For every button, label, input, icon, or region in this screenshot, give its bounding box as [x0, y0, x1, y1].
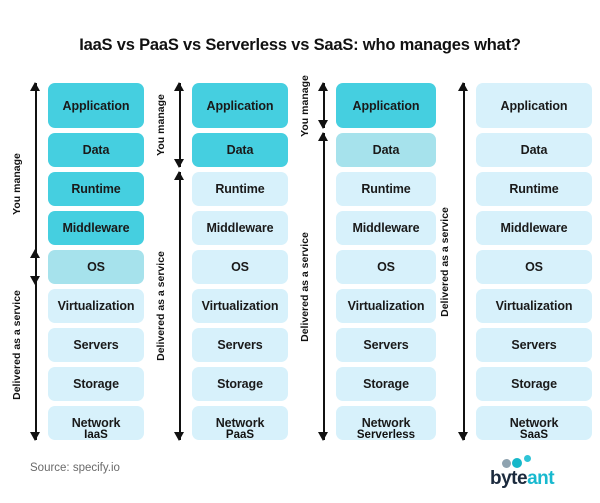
layer-box-os: OS: [336, 250, 436, 284]
arrow-head-up-icon: [458, 82, 468, 91]
layer-box-runtime: Runtime: [336, 172, 436, 206]
page-title: IaaS vs PaaS vs Serverless vs SaaS: who …: [79, 36, 521, 54]
layer-stack: Application Data Runtime Middleware OS Virtua…: [336, 80, 436, 441]
arrow-delivered-as-a-service: Delivered as a service: [296, 132, 334, 441]
arrow-head-up-icon: [30, 82, 40, 91]
arrow-label: You manage: [11, 152, 23, 215]
layer-box-middleware: Middleware: [476, 211, 592, 245]
arrow-delivered-as-a-service: Delivered as a service: [436, 82, 474, 441]
arrow-line: [35, 250, 37, 440]
layer-box-storage: Storage: [336, 367, 436, 401]
arrow-label: You manage: [299, 74, 311, 137]
byteant-logo: byteant: [476, 455, 586, 497]
service-model-comparison-chart: You manage Delivered as a service Applicat…: [0, 75, 600, 441]
arrow-head-up-icon: [174, 171, 184, 180]
layer-stack: Application Data Runtime Middleware OS Virtua…: [48, 80, 144, 441]
arrow-head-up-icon: [318, 82, 328, 91]
service-column-paas: You manage Delivered as a service Applicat…: [152, 80, 288, 441]
responsibility-gutter: You manage Delivered as a service: [152, 80, 190, 441]
layer-box-application: Application: [48, 83, 144, 128]
layer-box-storage: Storage: [476, 367, 592, 401]
arrow-head-up-icon: [30, 249, 40, 258]
layer-box-application: Application: [192, 83, 288, 128]
arrow-label: Delivered as a service: [11, 290, 23, 400]
service-column-serverless: You manage Delivered as a service Applicat…: [296, 75, 436, 441]
arrow-head-down-icon: [318, 120, 328, 129]
column-label-iaas: IaaS: [84, 429, 108, 441]
layer-box-runtime: Runtime: [48, 172, 144, 206]
arrow-head-down-icon: [458, 432, 468, 441]
arrow-label: You manage: [155, 94, 167, 156]
layer-box-storage: Storage: [48, 367, 144, 401]
layer-box-middleware: Middleware: [48, 211, 144, 245]
arrow-you-manage: You manage: [296, 75, 334, 136]
layer-box-virtualization: Virtualization: [336, 289, 436, 323]
column-label-saas: SaaS: [519, 429, 549, 441]
layer-box-data: Data: [336, 133, 436, 167]
service-column-iaas: You manage Delivered as a service Applicat…: [8, 80, 144, 441]
layer-box-servers: Servers: [476, 328, 592, 362]
layer-box-servers: Servers: [192, 328, 288, 362]
layer-box-os: OS: [476, 250, 592, 284]
layer-box-application: Application: [336, 83, 436, 128]
layer-box-os: OS: [192, 250, 288, 284]
layer-stack: Application Data Runtime Middleware OS Virtua…: [476, 80, 592, 441]
source-attribution: Source: specify.io: [30, 462, 120, 474]
layer-box-runtime: Runtime: [476, 172, 592, 206]
arrow-you-manage: You manage: [152, 82, 190, 168]
responsibility-gutter: Delivered as a service: [436, 80, 474, 441]
layer-box-virtualization: Virtualization: [192, 289, 288, 323]
responsibility-gutter: You manage Delivered as a service: [296, 75, 334, 441]
layer-box-storage: Storage: [192, 367, 288, 401]
layer-box-runtime: Runtime: [192, 172, 288, 206]
layer-box-virtualization: Virtualization: [476, 289, 592, 323]
layer-box-data: Data: [476, 133, 592, 167]
layer-stack: Application Data Runtime Middleware OS Virtua…: [192, 80, 288, 441]
logo-dot-teal-icon: [512, 458, 522, 468]
layer-box-middleware: Middleware: [336, 211, 436, 245]
logo-word-byte: byte: [490, 468, 528, 489]
arrow-line: [179, 172, 181, 440]
column-label-paas: PaaS: [225, 429, 255, 441]
arrow-delivered-as-a-service: Delivered as a service: [152, 171, 190, 441]
logo-word-ant: ant: [527, 468, 555, 489]
layer-box-os: OS: [48, 250, 144, 284]
layer-box-servers: Servers: [336, 328, 436, 362]
logo-wordmark: byteant: [490, 468, 555, 489]
logo-dot-cyan-icon: [524, 455, 531, 462]
logo-dots-icon: [502, 455, 548, 469]
logo-dot-gray-icon: [502, 459, 511, 468]
layer-box-middleware: Middleware: [192, 211, 288, 245]
service-column-saas: Delivered as a service Application Data Run…: [436, 80, 592, 441]
column-label-serverless: Serverless: [356, 429, 416, 441]
layer-box-servers: Servers: [48, 328, 144, 362]
arrow-line: [179, 83, 181, 167]
arrow-head-down-icon: [318, 432, 328, 441]
arrow-line: [463, 83, 465, 440]
arrow-head-down-icon: [174, 159, 184, 168]
layer-box-data: Data: [48, 133, 144, 167]
arrow-label: Delivered as a service: [155, 251, 167, 361]
arrow-head-up-icon: [318, 132, 328, 141]
arrow-delivered-as-a-service: Delivered as a service: [8, 249, 46, 441]
arrow-head-down-icon: [174, 432, 184, 441]
arrow-line: [323, 133, 325, 440]
arrow-label: Delivered as a service: [299, 231, 311, 342]
responsibility-gutter: You manage Delivered as a service: [8, 80, 46, 441]
layer-box-data: Data: [192, 133, 288, 167]
arrow-head-up-icon: [174, 82, 184, 91]
layer-box-application: Application: [476, 83, 592, 128]
arrow-head-down-icon: [30, 432, 40, 441]
layer-box-virtualization: Virtualization: [48, 289, 144, 323]
arrow-label: Delivered as a service: [439, 206, 451, 317]
